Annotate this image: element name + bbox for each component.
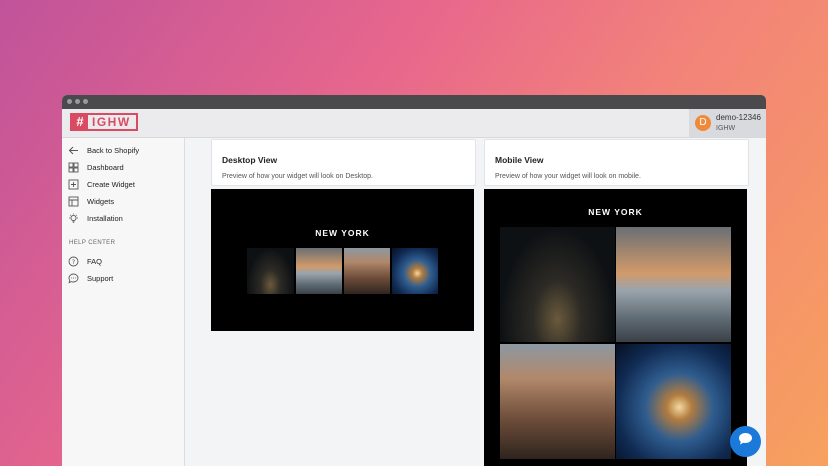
lightbulb-icon (68, 213, 79, 224)
mobile-view-description: Preview of how your widget will look on … (495, 173, 641, 180)
sidebar-item-label: Back to Shopify (87, 145, 140, 155)
window-dot[interactable] (75, 99, 80, 104)
sidebar-item-label: Installation (87, 213, 123, 223)
chat-bubble-icon (738, 432, 753, 451)
top-bar: # IGHW D demo-12346 IGHW (62, 109, 766, 138)
sidebar: Back to Shopify Dashboard Create Widget … (62, 138, 185, 466)
mobile-preview-title: NEW YORK (588, 207, 643, 217)
arrow-left-icon (68, 145, 79, 156)
logo-hash: # (72, 115, 88, 129)
help-center-heading: HELP CENTER (69, 240, 116, 246)
sidebar-item-label: Dashboard (87, 162, 124, 172)
plus-square-icon (68, 179, 79, 190)
gallery-photo-plane[interactable] (616, 227, 731, 342)
mobile-view-card: Mobile View Preview of how your widget w… (484, 139, 749, 186)
desktop-preview-title: NEW YORK (315, 228, 370, 238)
sidebar-item-label: Support (87, 273, 114, 283)
svg-text:?: ? (72, 258, 75, 266)
sidebar-item-dashboard[interactable]: Dashboard (68, 160, 124, 174)
account-menu[interactable]: D demo-12346 IGHW (689, 109, 766, 137)
app-window: # IGHW D demo-12346 IGHW Back to Shopify… (62, 95, 766, 466)
desktop-view-title: Desktop View (222, 155, 278, 165)
gallery-photo-bridge[interactable] (500, 344, 615, 459)
desktop-view-card: Desktop View Preview of how your widget … (211, 139, 476, 186)
sidebar-item-widgets[interactable]: Widgets (68, 194, 114, 208)
window-titlebar (62, 95, 766, 109)
sidebar-item-label: Create Widget (87, 179, 135, 189)
sidebar-item-create-widget[interactable]: Create Widget (68, 177, 135, 191)
sidebar-item-label: Widgets (87, 196, 115, 206)
avatar: D (695, 115, 711, 131)
brand-logo[interactable]: # IGHW (70, 113, 138, 131)
gallery-photo-concert[interactable] (392, 248, 438, 294)
dashboard-icon (68, 162, 79, 173)
mobile-preview: NEW YORK (484, 189, 747, 466)
window-dot[interactable] (83, 99, 88, 104)
window-dot[interactable] (67, 99, 72, 104)
chat-icon (68, 273, 79, 284)
desktop-preview: NEW YORK (211, 189, 474, 331)
chat-button[interactable] (730, 426, 761, 457)
question-icon: ? (68, 256, 79, 267)
sidebar-item-label: FAQ (87, 256, 103, 266)
sidebar-item-support[interactable]: Support (68, 271, 113, 285)
sidebar-item-back[interactable]: Back to Shopify (68, 143, 139, 157)
mobile-view-title: Mobile View (495, 155, 544, 165)
gallery-photo-concert[interactable] (616, 344, 731, 459)
gallery-photo-city[interactable] (500, 227, 615, 342)
logo-text: IGHW (92, 115, 131, 129)
sidebar-item-installation[interactable]: Installation (68, 211, 123, 225)
desktop-view-description: Preview of how your widget will look on … (222, 173, 373, 180)
account-name: demo-12346 (716, 113, 761, 122)
gallery-photo-bridge[interactable] (344, 248, 390, 294)
gallery-photo-plane[interactable] (296, 248, 342, 294)
widgets-icon (68, 196, 79, 207)
gallery-photo-city[interactable] (247, 248, 294, 294)
account-shop: IGHW (716, 125, 736, 132)
sidebar-item-faq[interactable]: ? FAQ (68, 254, 102, 268)
